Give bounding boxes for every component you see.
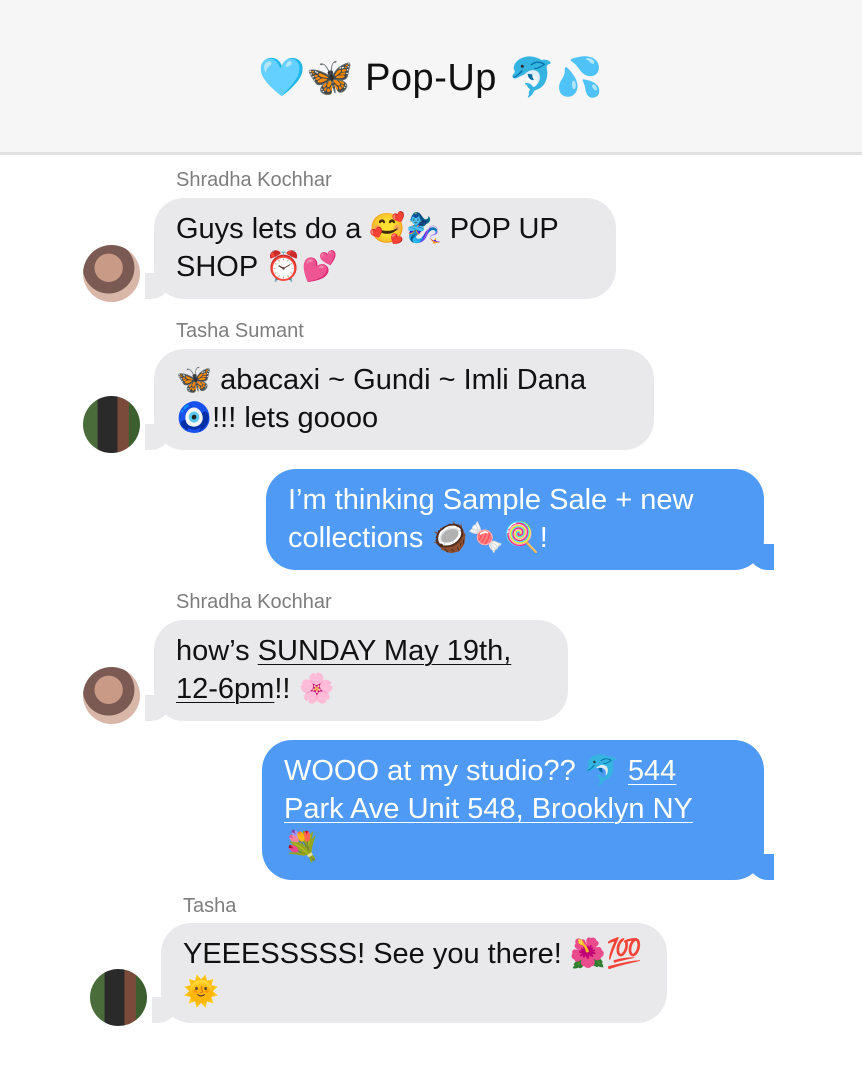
message-bubble-incoming[interactable]: Guys lets do a 🥰🧞‍♀️ POP UP SHOP ⏰💕 (145, 198, 616, 299)
message-text: I’m thinking Sample Sale + new (288, 484, 694, 516)
avatar[interactable] (90, 969, 147, 1026)
chat-header: 🩵🦋 Pop-Up 🐬💦 (0, 0, 862, 155)
sender-name: Shradha Kochhar (176, 169, 332, 191)
sender-name: Shradha Kochhar (176, 591, 332, 613)
message-text: collections 🥥🍬🍭! (288, 522, 548, 554)
message-bubble-incoming[interactable]: how’s SUNDAY May 19th, 12-6pm!! 🌸 (145, 620, 568, 721)
message-text: WOOO at my studio?? 🐬 (284, 755, 628, 787)
message-bubble-incoming[interactable]: 🦋 abacaxi ~ Gundi ~ Imli Dana 🧿!!! lets … (145, 349, 654, 450)
message-bubble-outgoing[interactable]: I’m thinking Sample Sale + new collectio… (266, 469, 774, 570)
message-text: how’s (176, 635, 258, 667)
time-link[interactable]: 12-6pm (176, 673, 274, 705)
sender-name: Tasha (183, 895, 237, 917)
message-text: SHOP ⏰💕 (176, 251, 338, 283)
message-bubble-outgoing[interactable]: WOOO at my studio?? 🐬 544 Park Ave Unit … (262, 740, 774, 880)
date-link[interactable]: SUNDAY May 19th, (258, 635, 512, 667)
avatar[interactable] (83, 667, 140, 724)
message-text: YEEESSSSS! See you there! 🌺💯 (183, 938, 643, 970)
message-text: 🦋 abacaxi ~ Gundi ~ Imli Dana (176, 364, 587, 396)
message-text: 🧿!!! lets goooo (176, 402, 379, 434)
address-link[interactable]: Park Ave Unit 548, Brooklyn NY (284, 793, 693, 825)
avatar[interactable] (83, 245, 140, 302)
avatar[interactable] (83, 396, 140, 453)
sender-name: Tasha Sumant (176, 320, 304, 342)
message-text: 🌞 (183, 976, 220, 1008)
chat-title[interactable]: 🩵🦋 Pop-Up 🐬💦 (0, 56, 862, 100)
message-bubble-incoming[interactable]: YEEESSSSS! See you there! 🌺💯 🌞 (152, 923, 667, 1023)
address-link[interactable]: 544 (628, 755, 676, 787)
message-text: !! 🌸 (274, 673, 335, 705)
message-text: Guys lets do a 🥰🧞‍♀️ POP UP (176, 213, 559, 245)
message-text: 💐 (284, 831, 321, 863)
